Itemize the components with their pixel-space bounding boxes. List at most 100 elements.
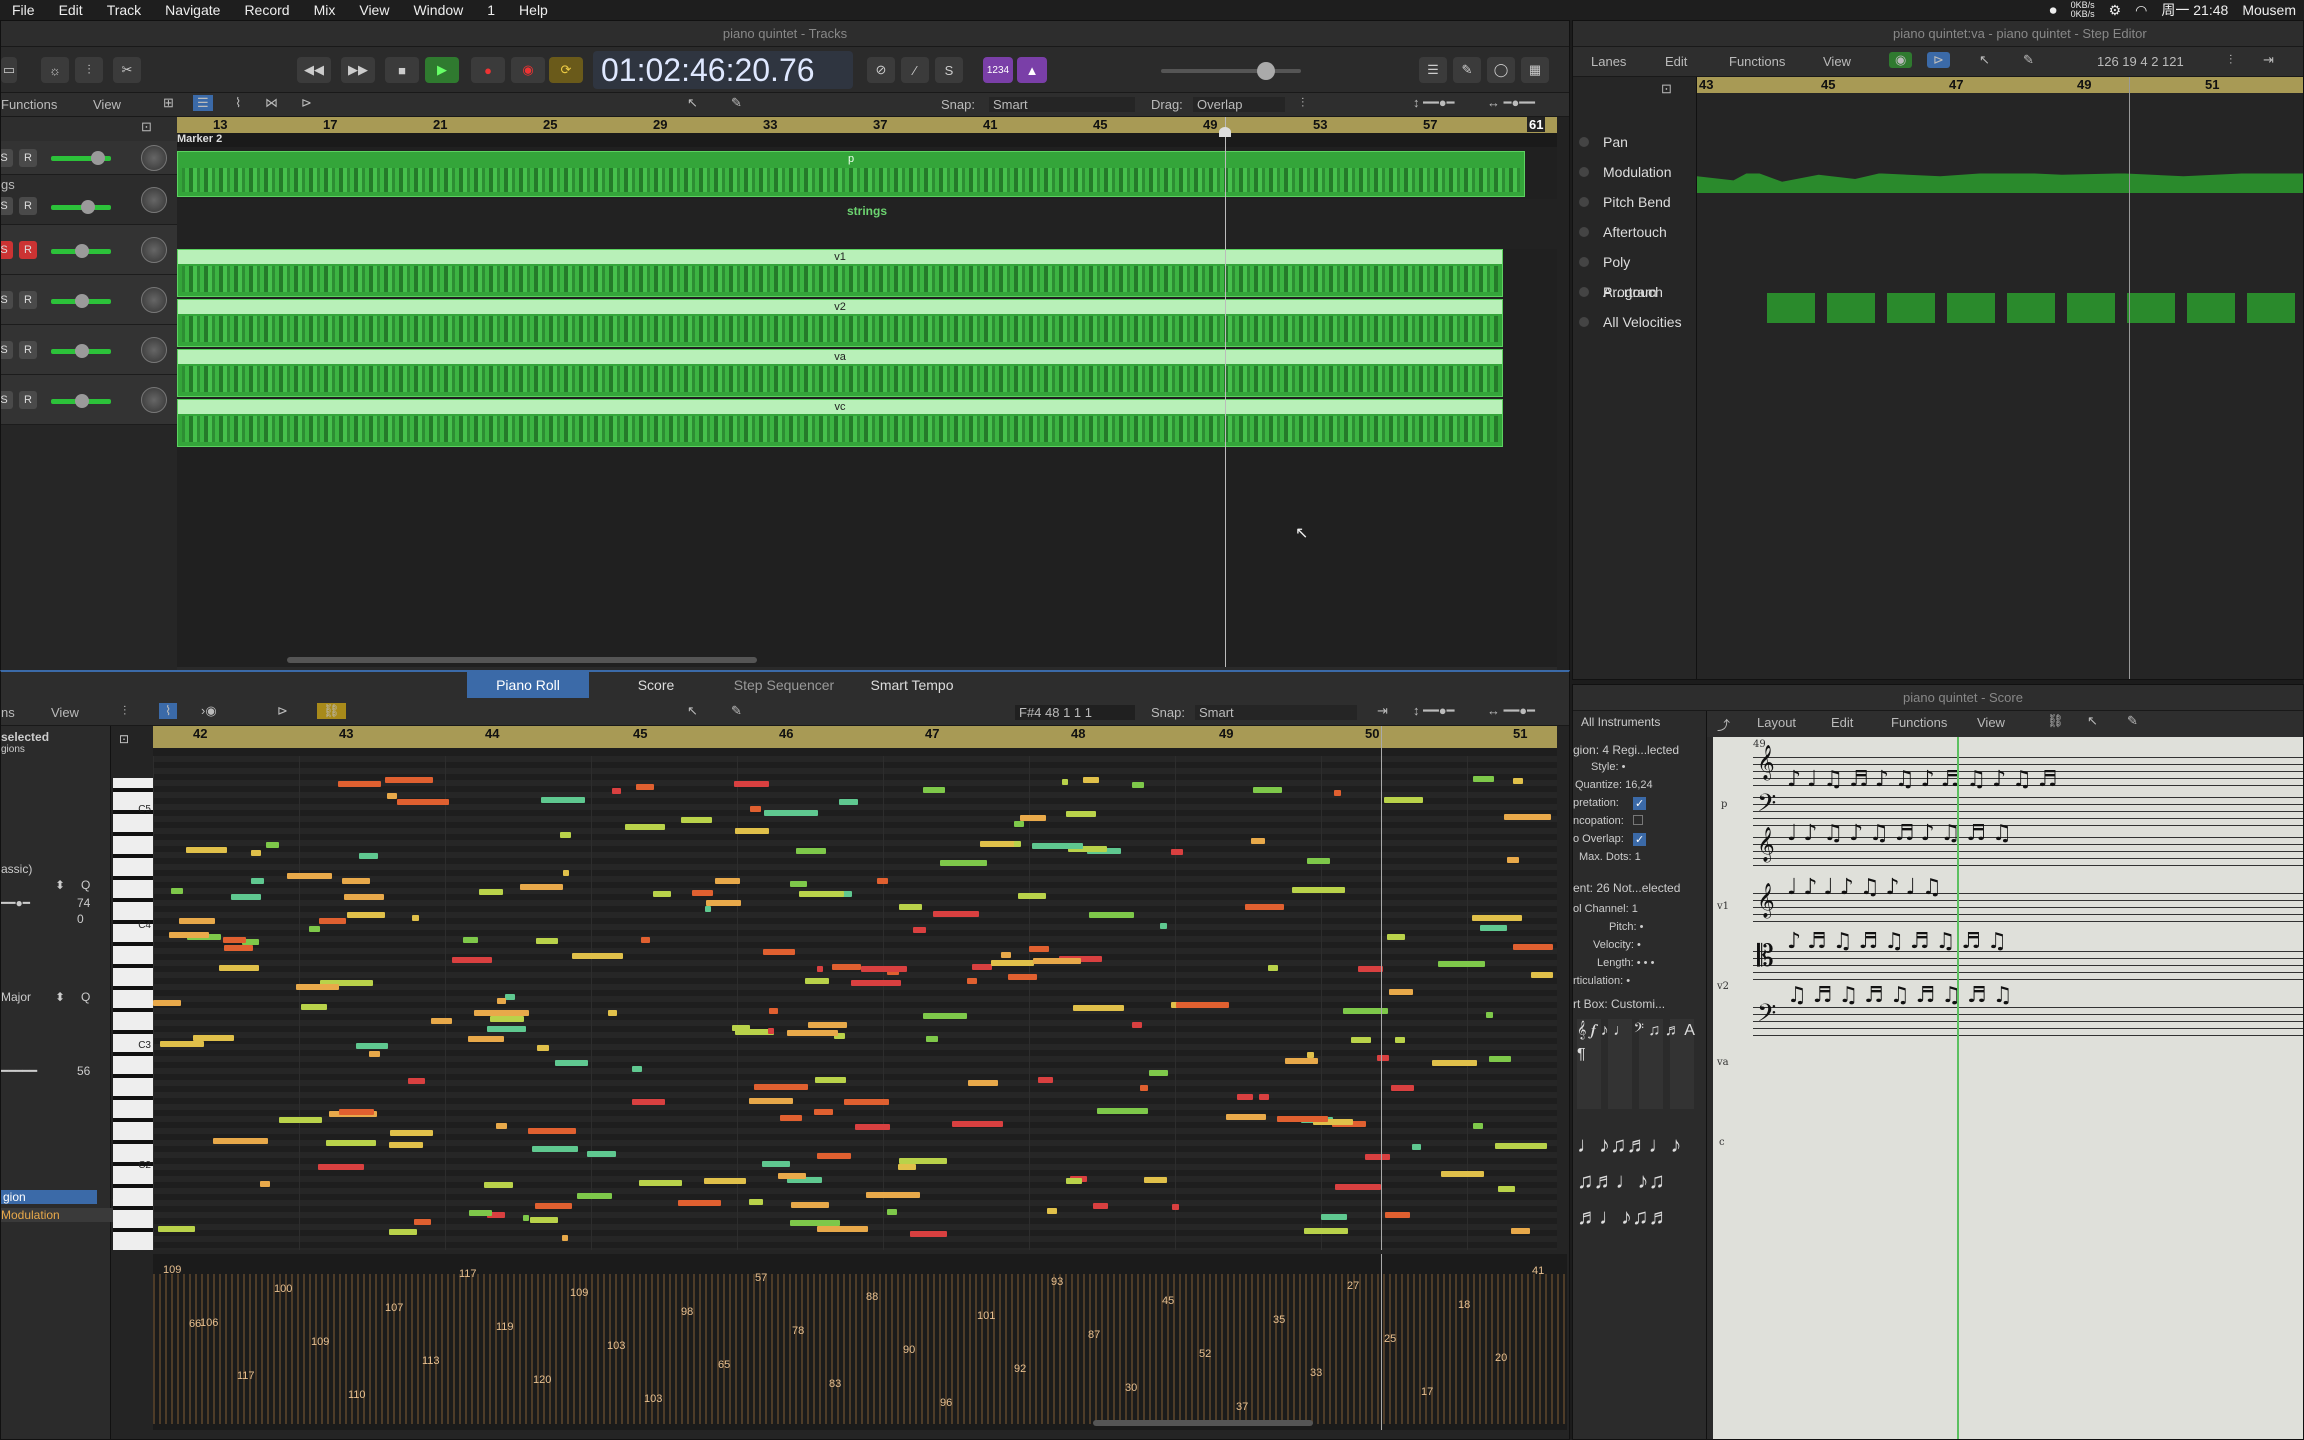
pan-knob[interactable] xyxy=(141,237,167,263)
midi-note[interactable] xyxy=(497,998,506,1004)
midi-note[interactable] xyxy=(791,1202,829,1208)
midi-note[interactable] xyxy=(359,853,378,859)
solo-button[interactable]: S xyxy=(1,241,13,259)
menu-record[interactable]: Record xyxy=(232,2,301,18)
midi-note[interactable] xyxy=(632,1099,665,1105)
midi-note[interactable] xyxy=(344,894,384,900)
volume-fader[interactable] xyxy=(51,344,111,358)
browser-button[interactable]: ▦ xyxy=(1521,57,1549,83)
midi-note[interactable] xyxy=(968,1080,998,1086)
menu-1[interactable]: 1 xyxy=(475,2,507,18)
menu-window[interactable]: Window xyxy=(401,2,475,18)
midi-note[interactable] xyxy=(1489,1056,1511,1062)
midi-note[interactable] xyxy=(1132,782,1144,788)
playhead[interactable] xyxy=(1225,117,1226,667)
pan-knob[interactable] xyxy=(141,187,167,213)
midi-note[interactable] xyxy=(754,1084,808,1090)
link-icon[interactable]: ⛓ xyxy=(2047,713,2064,729)
lane-modulation[interactable]: Modulation xyxy=(1573,157,1693,187)
midi-note[interactable] xyxy=(537,1045,549,1051)
midi-note[interactable] xyxy=(412,915,419,921)
midi-note[interactable] xyxy=(1384,797,1423,803)
midi-note[interactable] xyxy=(732,1025,750,1031)
midi-note[interactable] xyxy=(1268,965,1278,971)
lane-aftertouch[interactable]: Aftertouch xyxy=(1573,217,1693,247)
midi-note[interactable] xyxy=(1066,1178,1082,1184)
functions-menu[interactable]: Functions xyxy=(1891,715,1947,730)
midi-note[interactable] xyxy=(608,1010,617,1016)
fit-icon[interactable]: ⇥ xyxy=(1377,703,1388,719)
midi-note[interactable] xyxy=(787,1030,838,1036)
midi-note[interactable] xyxy=(632,1066,642,1072)
midi-note[interactable] xyxy=(780,1115,802,1121)
pointer-tool-icon[interactable]: ↖ xyxy=(2087,713,2098,729)
midi-note[interactable] xyxy=(572,953,623,959)
midi-note[interactable] xyxy=(734,781,769,787)
midi-note[interactable] xyxy=(1018,893,1046,899)
midi-note[interactable] xyxy=(1285,1058,1318,1064)
midi-note[interactable] xyxy=(839,799,858,805)
midi-note[interactable] xyxy=(560,832,571,838)
record-enable-button[interactable]: R xyxy=(19,197,37,215)
midi-note[interactable] xyxy=(474,1010,529,1016)
midi-note[interactable] xyxy=(520,884,563,890)
midi-note[interactable] xyxy=(1412,1144,1421,1150)
pitch-field[interactable]: Pitch: • xyxy=(1609,921,1643,933)
midi-note[interactable] xyxy=(387,793,397,799)
key-select[interactable]: Major xyxy=(1,990,31,1004)
midi-note[interactable] xyxy=(763,949,795,955)
horizontal-zoom-slider[interactable]: ↔ ━━●━ xyxy=(1487,703,1535,719)
view-menu[interactable]: View xyxy=(93,97,121,112)
midi-note[interactable] xyxy=(923,787,945,793)
midi-note[interactable] xyxy=(1495,1143,1547,1149)
view-menu[interactable]: View xyxy=(51,705,79,720)
step-playhead[interactable] xyxy=(2129,77,2130,679)
catch-icon[interactable]: ⊳ xyxy=(277,703,288,719)
solo-button[interactable]: S xyxy=(1,197,13,215)
syncopation-field[interactable]: ncopation: xyxy=(1573,815,1624,827)
midi-note[interactable] xyxy=(1089,912,1134,918)
midi-note[interactable] xyxy=(940,860,987,866)
midi-note[interactable] xyxy=(490,1016,524,1022)
midi-note[interactable] xyxy=(532,1146,578,1152)
interpretation-checkbox[interactable]: ✓ xyxy=(1633,797,1647,810)
midi-note[interactable] xyxy=(160,1041,204,1047)
master-volume-thumb[interactable] xyxy=(1257,62,1275,80)
gear-icon[interactable]: ⚙ xyxy=(2109,2,2122,19)
midi-note[interactable] xyxy=(541,797,585,803)
syncopation-checkbox[interactable] xyxy=(1633,815,1643,825)
midi-note[interactable] xyxy=(1029,946,1049,952)
bar-ruler[interactable]: 13 17 21 25 29 33 37 41 45 49 53 57 61 xyxy=(177,117,1557,133)
midi-note[interactable] xyxy=(452,957,492,963)
pencil-tool-icon[interactable]: ✎ xyxy=(731,703,742,719)
horizontal-zoom-slider[interactable]: ↔ ━●━━ xyxy=(1487,95,1535,111)
pointer-tool-icon[interactable]: ↖ xyxy=(687,703,698,719)
menu-file[interactable]: File xyxy=(0,2,47,18)
midi-note[interactable] xyxy=(639,1180,682,1186)
edit-menu[interactable]: Edit xyxy=(1831,715,1853,730)
no-overlap-field[interactable]: o Overlap: xyxy=(1573,833,1624,845)
midi-note[interactable] xyxy=(1014,821,1024,827)
track-header-v2[interactable]: SR xyxy=(1,275,177,325)
midi-note[interactable] xyxy=(1237,1094,1253,1100)
track-header-strings[interactable]: gs S R xyxy=(1,175,177,225)
midi-note[interactable] xyxy=(1038,1077,1053,1083)
pan-knob[interactable] xyxy=(141,287,167,313)
midi-note[interactable] xyxy=(808,1022,847,1028)
count-in-button[interactable]: ⊘ xyxy=(867,57,895,83)
midi-note[interactable] xyxy=(1083,777,1099,783)
midi-note[interactable] xyxy=(414,1219,431,1225)
midi-note[interactable] xyxy=(1140,1085,1148,1091)
articulation-field[interactable]: rticulation: • xyxy=(1573,975,1630,987)
symbol-palette[interactable]: 𝄞 𝆑 ♪ ♩ 𝄢 ♫ ♬ A ¶ xyxy=(1577,1019,1701,1109)
pan-knob[interactable] xyxy=(141,145,167,171)
midi-note[interactable] xyxy=(1531,972,1553,978)
step-grid[interactable]: 43 45 47 49 51 xyxy=(1697,77,2303,679)
midi-note[interactable] xyxy=(1504,814,1551,820)
rewind-button[interactable]: ◀◀ xyxy=(297,57,331,83)
midi-note[interactable] xyxy=(536,938,558,944)
midi-note[interactable] xyxy=(223,937,246,943)
midi-note[interactable] xyxy=(158,1226,195,1232)
midi-note[interactable] xyxy=(1172,1204,1179,1210)
midi-note[interactable] xyxy=(991,960,1034,966)
